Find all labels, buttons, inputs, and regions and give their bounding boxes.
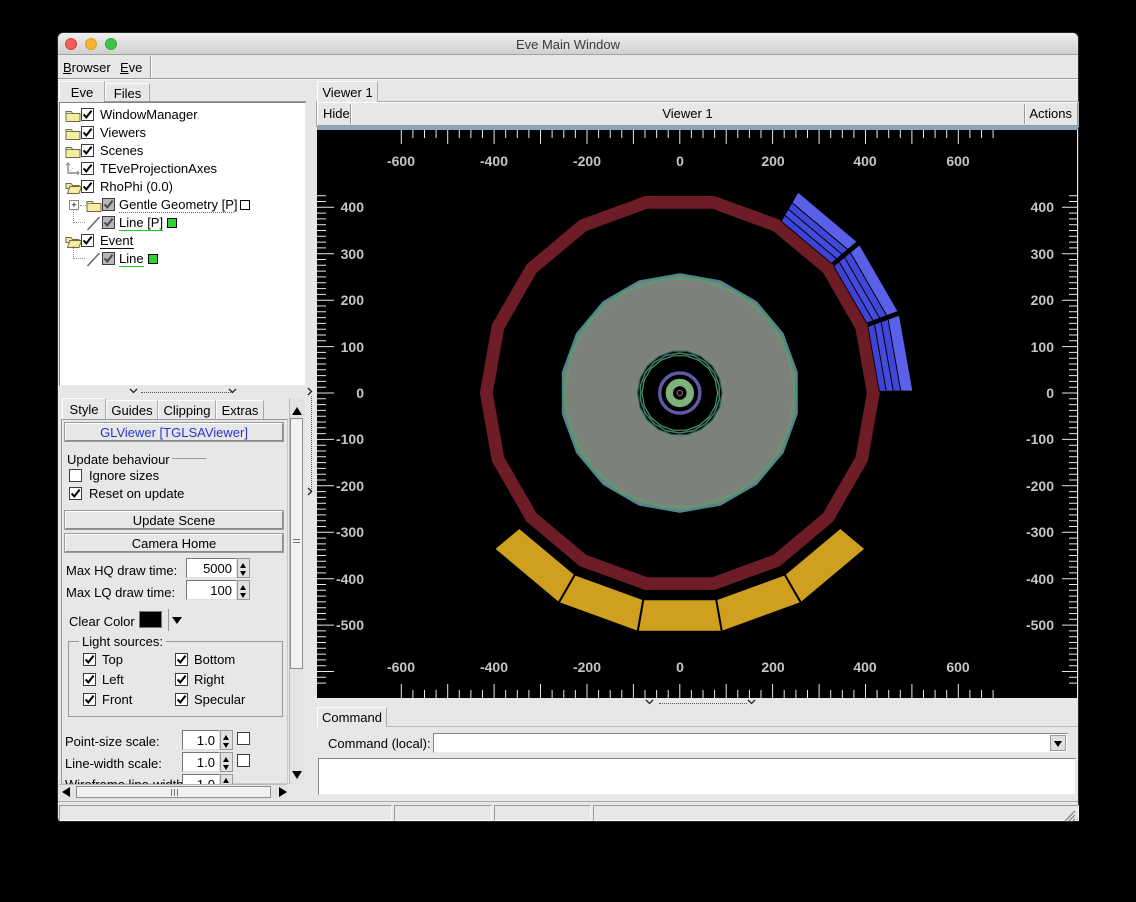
svg-text:-500: -500 bbox=[1026, 617, 1054, 633]
svg-text:-100: -100 bbox=[1026, 431, 1054, 447]
svg-text:400: 400 bbox=[1031, 199, 1055, 215]
svg-text:400: 400 bbox=[341, 199, 365, 215]
svg-text:400: 400 bbox=[853, 153, 877, 169]
svg-text:200: 200 bbox=[761, 153, 785, 169]
svg-text:600: 600 bbox=[946, 659, 970, 675]
svg-text:200: 200 bbox=[341, 292, 365, 308]
svg-text:-300: -300 bbox=[1026, 524, 1054, 540]
svg-text:100: 100 bbox=[341, 339, 365, 355]
svg-text:600: 600 bbox=[946, 153, 970, 169]
svg-text:-400: -400 bbox=[1026, 571, 1054, 587]
svg-text:-200: -200 bbox=[573, 153, 601, 169]
svg-text:-400: -400 bbox=[480, 659, 508, 675]
svg-text:-100: -100 bbox=[336, 431, 364, 447]
svg-text:0: 0 bbox=[676, 153, 684, 169]
svg-text:100: 100 bbox=[1031, 339, 1055, 355]
svg-text:-200: -200 bbox=[336, 478, 364, 494]
svg-text:-400: -400 bbox=[336, 571, 364, 587]
svg-text:-600: -600 bbox=[387, 153, 415, 169]
svg-text:400: 400 bbox=[853, 659, 877, 675]
svg-text:-400: -400 bbox=[480, 153, 508, 169]
svg-text:300: 300 bbox=[341, 246, 365, 262]
svg-text:-300: -300 bbox=[336, 524, 364, 540]
svg-text:0: 0 bbox=[356, 385, 364, 401]
svg-text:300: 300 bbox=[1031, 246, 1055, 262]
svg-text:-200: -200 bbox=[1026, 478, 1054, 494]
svg-text:-600: -600 bbox=[387, 659, 415, 675]
svg-text:-200: -200 bbox=[573, 659, 601, 675]
svg-text:200: 200 bbox=[761, 659, 785, 675]
svg-text:-500: -500 bbox=[336, 617, 364, 633]
svg-text:0: 0 bbox=[676, 659, 684, 675]
svg-text:0: 0 bbox=[1046, 385, 1054, 401]
svg-text:200: 200 bbox=[1031, 292, 1055, 308]
